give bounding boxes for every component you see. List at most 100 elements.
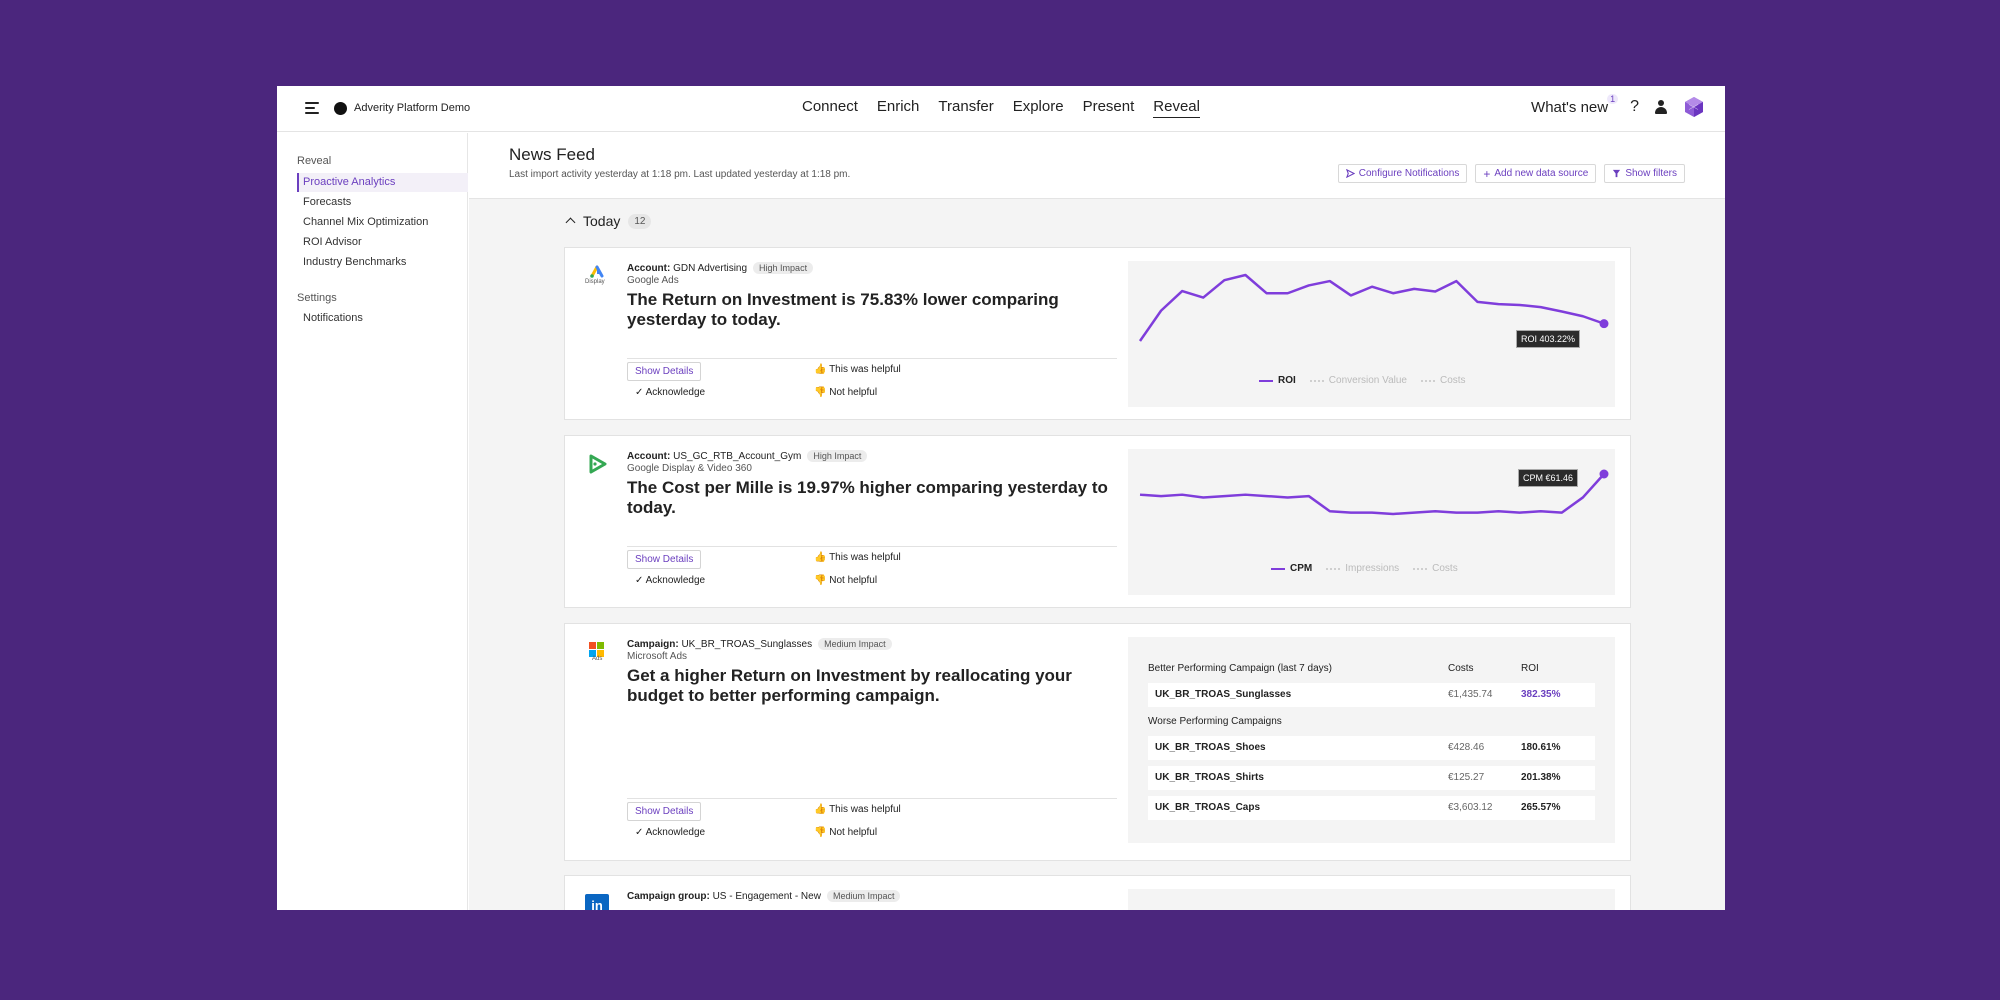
table-row[interactable]: UK_BR_TROAS_Shirts €125.27 201.38% [1148, 766, 1595, 790]
sidebar-item-roi-advisor[interactable]: ROI Advisor [297, 233, 468, 252]
acknowledge-label: Acknowledge [645, 827, 706, 838]
card-source: Google Display & Video 360 [627, 463, 752, 474]
show-details-button[interactable]: Show Details [627, 362, 702, 381]
legend-item-impressions[interactable]: Impressions [1326, 563, 1399, 574]
worse-header: Worse Performing Campaigns [1148, 716, 1282, 727]
card-title: The Cost per Mille is 19.97% higher comp… [627, 478, 1108, 517]
help-icon[interactable]: ? [1630, 98, 1639, 116]
helpful-button[interactable]: 👍 This was helpful [814, 804, 901, 815]
helpful-label: This was helpful [829, 804, 901, 815]
nav-present[interactable]: Present [1083, 98, 1135, 118]
legend-item-conversion-value[interactable]: Conversion Value [1309, 375, 1407, 386]
not-helpful-button[interactable]: 👎 Not helpful [814, 387, 877, 398]
card-title: Get a higher Return on Investment by rea… [627, 666, 1072, 705]
helpful-button[interactable]: 👍 This was helpful [814, 552, 901, 563]
nav-connect[interactable]: Connect [802, 98, 858, 118]
show-details-button[interactable]: Show Details [627, 802, 702, 821]
not-helpful-button[interactable]: 👎 Not helpful [814, 827, 877, 838]
table-row[interactable]: UK_BR_TROAS_Caps €3,603.12 265.57% [1148, 796, 1595, 820]
configure-notifications-label: Configure Notifications [1358, 168, 1460, 179]
legend-dash-icon [1326, 567, 1341, 570]
card-meta: Campaign group: US - Engagement - New Me… [627, 890, 901, 902]
thumbs-up-icon: 👍 [814, 804, 827, 815]
whats-new-link[interactable]: What's new 1 [1531, 93, 1619, 116]
not-helpful-label: Not helpful [829, 387, 878, 398]
legend-label: CPM [1290, 563, 1313, 574]
add-data-source-button[interactable]: + Add new data source [1475, 164, 1597, 183]
group-header-today[interactable]: Today 12 [565, 213, 652, 229]
sidebar-item-notifications[interactable]: Notifications [297, 309, 468, 328]
table-row[interactable]: UK_BR_TROAS_Shoes €428.46 180.61% [1148, 736, 1595, 760]
worse-section-header: Worse Performing Campaigns [1148, 710, 1595, 734]
plus-icon: + [1483, 166, 1491, 181]
hamburger-menu-icon[interactable] [305, 102, 319, 114]
legend-label: Impressions [1345, 563, 1400, 574]
chevron-up-icon[interactable] [565, 216, 575, 226]
helpful-button[interactable]: 👍 This was helpful [814, 364, 901, 375]
legend-item-roi[interactable]: ROI [1259, 375, 1296, 386]
insight-card: Account: US_GC_RTB_Account_Gym High Impa… [564, 435, 1631, 608]
legend-item-costs[interactable]: Costs [1413, 563, 1458, 574]
not-helpful-button[interactable]: 👎 Not helpful [814, 575, 877, 586]
acknowledge-button[interactable]: ✓ Acknowledge [635, 575, 705, 586]
nav-right: What's new 1 ? [1531, 93, 1705, 118]
show-filters-label: Show filters [1625, 168, 1677, 179]
campaign-costs: €3,603.12 [1448, 802, 1493, 813]
chart-legend: ROI Conversion Value Costs [1259, 375, 1466, 386]
table-row[interactable]: UK_BR_TROAS_Sunglasses €1,435.74 382.35% [1148, 683, 1595, 707]
legend-label: Costs [1439, 375, 1466, 386]
costs-header: Costs [1448, 663, 1474, 674]
legend-label: ROI [1278, 375, 1296, 386]
acknowledge-button[interactable]: ✓ Acknowledge [635, 387, 705, 398]
main-content: News Feed Last import activity yesterday… [469, 133, 1725, 910]
nav-explore[interactable]: Explore [1013, 98, 1064, 118]
display-video-360-logo-icon [589, 454, 607, 474]
show-filters-button[interactable]: Show filters [1604, 164, 1685, 183]
campaign-name: UK_BR_TROAS_Sunglasses [1155, 689, 1292, 700]
group-label: Today [583, 213, 621, 229]
impact-badge: High Impact [753, 262, 814, 274]
top-nav: Adverity Platform Demo Connect Enrich Tr… [277, 86, 1725, 132]
sidebar-item-proactive-analytics[interactable]: Proactive Analytics [297, 173, 468, 192]
brand-logo-icon[interactable] [1683, 96, 1705, 118]
meta-value: UK_BR_TROAS_Sunglasses [681, 638, 813, 650]
user-icon[interactable] [1653, 99, 1669, 115]
page-header: News Feed Last import activity yesterday… [469, 133, 1725, 199]
nav-transfer[interactable]: Transfer [938, 98, 993, 118]
nav-enrich[interactable]: Enrich [877, 98, 920, 118]
workspace-name[interactable]: Adverity Platform Demo [354, 102, 470, 114]
meta-value: GDN Advertising [673, 262, 748, 274]
legend-line-icon [1271, 567, 1285, 570]
header-actions: Configure Notifications + Add new data s… [1337, 164, 1685, 183]
campaign-roi: 382.35% [1521, 689, 1561, 700]
logo-caption: Ads [592, 656, 603, 662]
thumbs-down-icon: 👎 [814, 387, 827, 398]
acknowledge-label: Acknowledge [645, 575, 706, 586]
add-data-source-label: Add new data source [1494, 168, 1589, 179]
sidebar-item-forecasts[interactable]: Forecasts [297, 193, 468, 212]
workspace-dot-icon[interactable] [334, 102, 347, 115]
filter-icon [1613, 169, 1621, 178]
nav-reveal[interactable]: Reveal [1153, 98, 1200, 118]
linkedin-logo-icon: in [585, 894, 609, 910]
not-helpful-label: Not helpful [829, 827, 878, 838]
data-point[interactable] [1599, 469, 1609, 479]
sidebar-section-settings: Settings [297, 292, 337, 304]
check-icon: ✓ [635, 827, 644, 838]
check-icon: ✓ [635, 387, 644, 398]
page-title: News Feed [509, 145, 595, 164]
legend-item-cpm[interactable]: CPM [1271, 563, 1312, 574]
chart-tooltip: ROI 403.22% [1516, 330, 1581, 348]
sidebar-item-industry-benchmarks[interactable]: Industry Benchmarks [297, 253, 468, 272]
campaign-costs: €125.27 [1448, 772, 1485, 783]
show-details-button[interactable]: Show Details [627, 550, 702, 569]
data-point[interactable] [1599, 319, 1609, 329]
campaign-roi: 265.57% [1521, 802, 1561, 813]
legend-item-costs[interactable]: Costs [1420, 375, 1466, 386]
sidebar-item-channel-mix[interactable]: Channel Mix Optimization [297, 213, 468, 232]
campaign-comparison-panel: Better Performing Campaign (last 7 days)… [1128, 637, 1615, 843]
acknowledge-button[interactable]: ✓ Acknowledge [635, 827, 705, 838]
configure-notifications-button[interactable]: Configure Notifications [1337, 164, 1468, 183]
app-window: Adverity Platform Demo Connect Enrich Tr… [277, 86, 1725, 910]
table-header-row: Better Performing Campaign (last 7 days)… [1148, 657, 1595, 681]
